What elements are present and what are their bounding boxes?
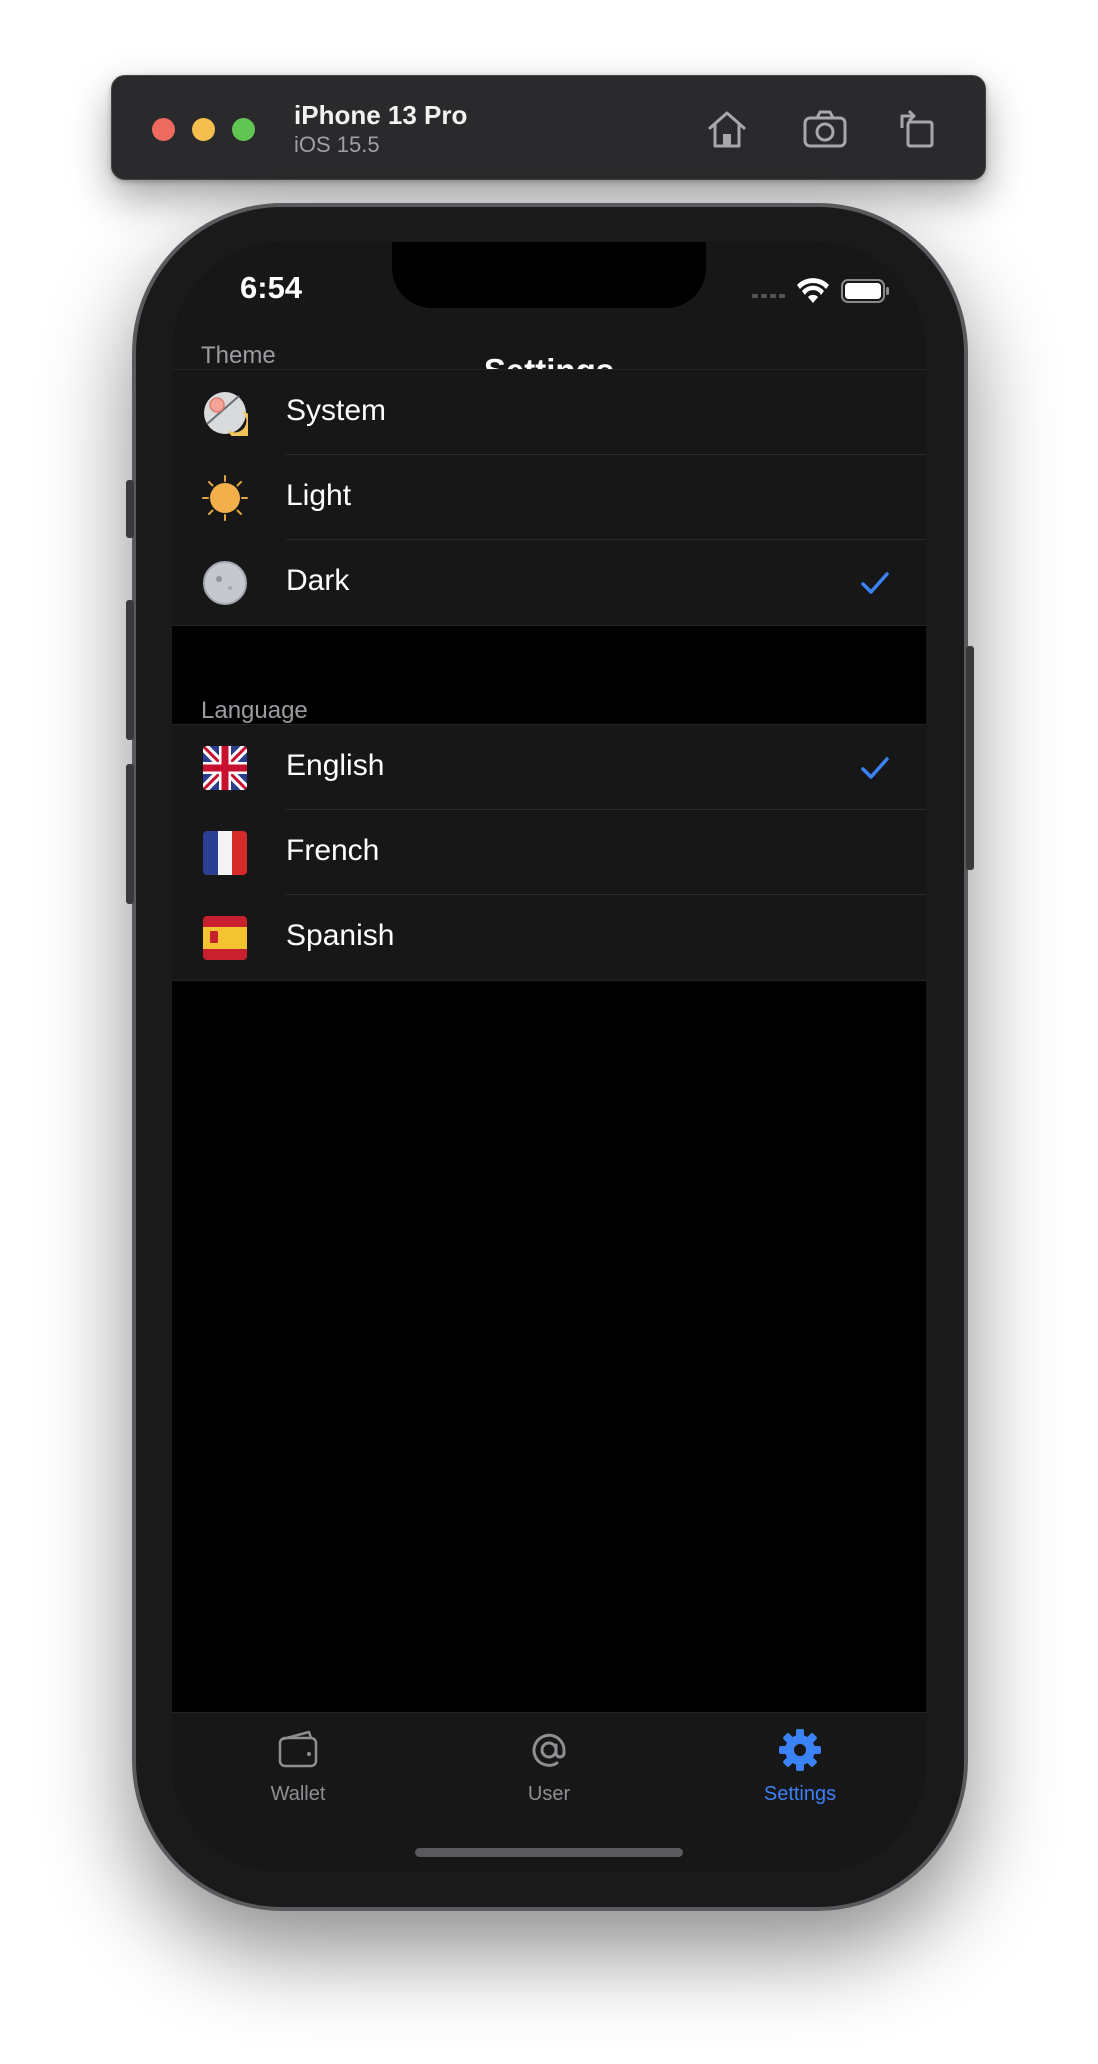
simulator-toolbar: iPhone 13 Pro iOS 15.5 bbox=[111, 75, 986, 180]
moon-icon bbox=[203, 561, 247, 605]
cellular-signal-icon bbox=[752, 294, 785, 298]
language-option-label: English bbox=[286, 749, 385, 782]
spain-flag-icon bbox=[203, 916, 247, 960]
device-name: iPhone 13 Pro bbox=[294, 100, 468, 130]
gear-icon bbox=[779, 1729, 821, 1771]
language-option-english[interactable]: English bbox=[172, 725, 926, 810]
tab-user[interactable]: User bbox=[474, 1727, 624, 1806]
status-time: 6:54 bbox=[240, 270, 303, 305]
language-option-spanish[interactable]: Spanish bbox=[172, 895, 926, 980]
rotate-icon[interactable] bbox=[892, 104, 942, 154]
language-option-label: Spanish bbox=[286, 919, 395, 952]
tab-label: Settings bbox=[763, 1783, 837, 1805]
close-window-button[interactable] bbox=[152, 118, 175, 141]
volume-up-button bbox=[126, 600, 134, 740]
zoom-window-button[interactable] bbox=[232, 118, 255, 141]
theme-option-label: Dark bbox=[286, 564, 350, 597]
theme-option-dark[interactable]: Dark bbox=[172, 540, 926, 625]
home-indicator[interactable] bbox=[415, 1848, 683, 1857]
language-option-label: French bbox=[286, 834, 380, 867]
theme-option-label: System bbox=[286, 394, 387, 427]
theme-list: System Light Dark bbox=[172, 369, 926, 626]
minimize-window-button[interactable] bbox=[192, 118, 215, 141]
theme-option-light[interactable]: Light bbox=[172, 455, 926, 540]
mute-switch bbox=[126, 480, 134, 538]
tab-label: User bbox=[527, 1783, 571, 1805]
sun-icon bbox=[202, 475, 248, 521]
france-flag-icon bbox=[203, 831, 247, 875]
screenshot-icon[interactable] bbox=[800, 104, 850, 154]
checkmark-icon bbox=[861, 757, 889, 779]
volume-down-button bbox=[126, 764, 134, 904]
checkmark-icon bbox=[861, 572, 889, 594]
tab-wallet[interactable]: Wallet bbox=[223, 1727, 373, 1806]
notch bbox=[392, 242, 706, 308]
tab-settings[interactable]: Settings bbox=[725, 1727, 875, 1806]
wifi-icon bbox=[797, 278, 829, 303]
language-option-french[interactable]: French bbox=[172, 810, 926, 895]
theme-option-system[interactable]: System bbox=[172, 370, 926, 455]
power-button bbox=[966, 646, 974, 870]
language-list: English French Spanish bbox=[172, 724, 926, 981]
at-sign-icon bbox=[532, 1733, 566, 1767]
phone-screen: Settings 6:54 Theme bbox=[172, 242, 926, 1872]
tab-label: Wallet bbox=[270, 1783, 326, 1805]
system-theme-icon bbox=[204, 392, 248, 436]
wallet-icon bbox=[278, 1730, 318, 1768]
uk-flag-icon bbox=[203, 746, 247, 790]
theme-section-header: Theme bbox=[201, 342, 276, 369]
theme-option-label: Light bbox=[286, 479, 352, 512]
language-section-header: Language bbox=[201, 697, 308, 724]
status-icons bbox=[752, 278, 889, 303]
os-version: iOS 15.5 bbox=[294, 132, 380, 157]
battery-icon bbox=[841, 279, 889, 303]
home-icon[interactable] bbox=[702, 104, 752, 154]
